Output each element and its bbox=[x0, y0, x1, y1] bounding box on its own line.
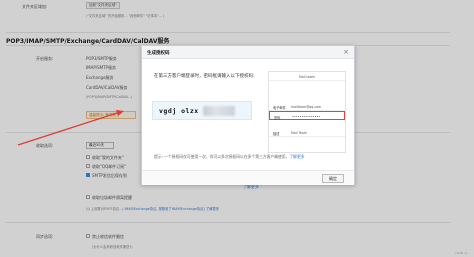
example-password-key: 密码 bbox=[274, 116, 281, 120]
example-email-key: 电子邮件 bbox=[273, 106, 286, 110]
dialog-tip-link[interactable]: 了解更多 bbox=[289, 154, 304, 159]
dialog-tip: 提示: 一个授权码仅可使用一次，你可以多次授权码以在多个第三方客户端使用，了解更… bbox=[154, 154, 305, 160]
example-header: Mail team bbox=[269, 72, 345, 81]
confirm-button[interactable]: 确定 bbox=[322, 174, 344, 183]
example-password-value: ••••••••••••••• bbox=[292, 115, 321, 119]
example-desc-value: Mail Team bbox=[291, 131, 307, 135]
dialog-tip-text: 提示: 一个授权码仅可使用一次，你可以多次授权码以在多个第三方客户端使用， bbox=[154, 154, 290, 159]
example-email-value: mailteam@qq.com bbox=[291, 105, 322, 109]
client-example-illustration: Mail team 电子邮件 mailteam@qq.com 密码 ••••••… bbox=[268, 71, 346, 153]
dialog-footer: 确定 bbox=[142, 170, 354, 185]
auth-code-dialog: 生成授权码 × 在第三方客户端登录时，密码框请输入以下授权码: vgdj olz… bbox=[141, 45, 355, 185]
dialog-title: 生成授权码 bbox=[147, 51, 170, 56]
redacted-code bbox=[203, 106, 235, 116]
example-desc-row: 描述 Mail Team bbox=[269, 128, 345, 137]
auth-instruction: 在第三方客户端登录时，密码框请输入以下授权码: bbox=[154, 74, 255, 79]
auth-code-box: vgdj olzx bbox=[152, 101, 252, 120]
auth-code[interactable]: vgdj olzx bbox=[159, 107, 199, 115]
example-desc-key: 描述 bbox=[273, 132, 280, 136]
example-password-row: 密码 ••••••••••••••• bbox=[269, 111, 345, 120]
example-email-row: 电子邮件 mailteam@qq.com bbox=[269, 102, 345, 111]
example-title: Mail team bbox=[299, 75, 315, 79]
dialog-header: 生成授权码 × bbox=[142, 46, 354, 59]
close-icon[interactable]: × bbox=[343, 48, 349, 56]
